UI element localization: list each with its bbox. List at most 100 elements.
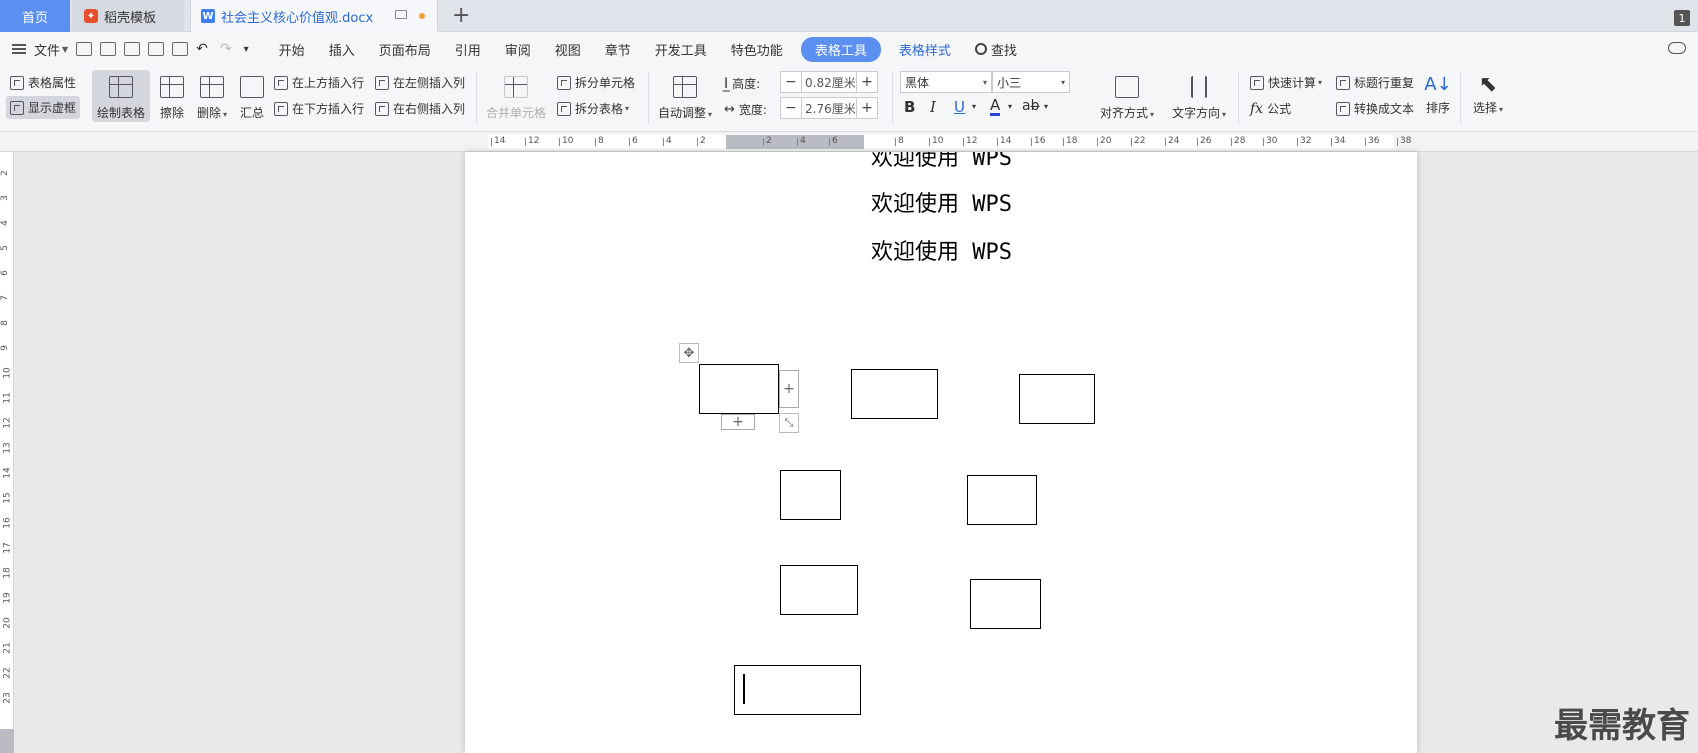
align-button[interactable]: 对齐方式 ▾ <box>1096 70 1158 122</box>
menu-section[interactable]: 章节 <box>605 40 631 59</box>
menu-insert[interactable]: 插入 <box>329 40 355 59</box>
width-input[interactable]: 2.76厘米 <box>801 98 857 118</box>
window-count-badge[interactable]: 1 <box>1674 10 1690 26</box>
font-color-button[interactable]: A <box>990 98 1001 116</box>
insert-row-below-button[interactable]: 在下方插入行 <box>274 100 364 117</box>
text-direction-button[interactable]: 文字方向 ▾ <box>1168 70 1230 122</box>
add-column-plus-icon[interactable]: + <box>779 370 799 408</box>
height-increase-button[interactable]: + <box>857 72 877 92</box>
width-increase-button[interactable]: + <box>857 98 877 118</box>
merge-cells-button[interactable]: 合并单元格 <box>484 70 548 122</box>
menu-table-style[interactable]: 表格样式 <box>899 40 951 59</box>
width-decrease-button[interactable]: − <box>781 98 801 118</box>
print-icon[interactable] <box>148 42 165 56</box>
font-name-select[interactable]: 黑体 ▾ <box>900 71 992 93</box>
ribbon-separator <box>476 72 477 124</box>
format-painter-icon[interactable] <box>124 42 141 56</box>
insert-col-left-button[interactable]: 在左侧插入列 <box>375 74 465 91</box>
menu-view[interactable]: 视图 <box>555 40 581 59</box>
text-cursor <box>743 674 745 704</box>
summary-button[interactable]: 汇总 <box>236 70 268 122</box>
monitor-icon[interactable] <box>395 10 407 19</box>
ruler-tick: 8 <box>895 136 904 146</box>
menu-review[interactable]: 审阅 <box>505 40 531 59</box>
print-preview-icon[interactable] <box>172 42 189 56</box>
select-button[interactable]: ⬉ 选择 ▾ <box>1466 70 1510 122</box>
table-cell[interactable] <box>967 475 1037 525</box>
formula-button[interactable]: fx 公式 <box>1250 100 1291 117</box>
new-tab-plus-icon[interactable]: + <box>452 3 470 28</box>
tab-template[interactable]: ✦ 稻壳模板 <box>72 0 184 32</box>
table-cell-active[interactable] <box>734 665 861 715</box>
insert-col-right-button[interactable]: 在右侧插入列 <box>375 100 465 117</box>
height-decrease-button[interactable]: − <box>781 72 801 92</box>
convert-to-text-button[interactable]: 转换成文本 <box>1336 100 1414 117</box>
strikethrough-dropdown-icon[interactable]: ▾ <box>1044 102 1048 111</box>
ruler-tick: 4 <box>0 220 10 226</box>
cloud-sync-icon[interactable] <box>1668 42 1686 54</box>
vertical-ruler[interactable]: 2 3 4 5 6 7 8 9 10 11 12 13 14 15 16 17 … <box>0 152 14 753</box>
width-stepper[interactable]: − 2.76厘米 + <box>780 97 878 119</box>
ruler-tick: 11 <box>2 392 13 404</box>
split-cells-button[interactable]: 拆分单元格 <box>557 74 635 91</box>
horizontal-ruler[interactable]: 14 12 10 8 6 4 2 2 4 6 8 10 12 14 16 18 … <box>0 132 1698 152</box>
document-line[interactable]: 欢迎使用 WPS <box>871 152 1012 172</box>
erase-button[interactable]: 擦除 <box>154 70 190 122</box>
font-color-dropdown-icon[interactable]: ▾ <box>1008 102 1012 111</box>
menu-start[interactable]: 开始 <box>279 40 305 59</box>
show-grid-button[interactable]: 显示虚框 <box>6 96 81 119</box>
file-menu-button[interactable]: 文件 ▼ <box>12 40 68 59</box>
ruler-tick: 2 <box>0 170 10 176</box>
watermark-logo: 最需教育 <box>1554 706 1690 746</box>
tab-home[interactable]: 首页 <box>0 0 70 32</box>
undo-icon[interactable]: ↶ <box>196 41 208 57</box>
table-cell[interactable] <box>1019 374 1095 424</box>
quick-calc-button[interactable]: 快速计算 ▾ <box>1250 74 1322 91</box>
quick-access-more-icon[interactable]: ▾ <box>244 44 249 55</box>
menu-table-tools[interactable]: 表格工具 <box>800 36 881 62</box>
height-input[interactable]: 0.82厘米 <box>801 72 857 92</box>
insert-row-above-button[interactable]: 在上方插入行 <box>274 74 364 91</box>
save-icon[interactable] <box>100 42 117 56</box>
repeat-header-icon <box>1336 75 1350 90</box>
document-line[interactable]: 欢迎使用 WPS <box>871 234 1012 266</box>
add-row-plus-icon[interactable]: + <box>721 414 755 430</box>
height-label: I̲ 高度: <box>724 75 761 92</box>
table-properties-button[interactable]: 表格属性 <box>10 74 76 91</box>
document-line[interactable]: 欢迎使用 WPS <box>871 186 1012 218</box>
table-move-handle-icon[interactable]: ✥ <box>679 343 699 363</box>
repeat-header-button[interactable]: 标题行重复 <box>1336 74 1414 91</box>
ruler-tick: 6 <box>829 136 838 146</box>
table-cell[interactable] <box>699 364 779 414</box>
redo-icon[interactable]: ↷ <box>220 41 232 57</box>
delete-button[interactable]: 删除 ▾ <box>192 70 232 122</box>
table-resize-handle-icon[interactable]: ⤡ <box>779 413 799 433</box>
auto-fit-button[interactable]: 自动调整 ▾ <box>654 70 716 122</box>
underline-button[interactable]: U <box>954 98 965 116</box>
split-table-button[interactable]: 拆分表格 ▾ <box>557 100 629 117</box>
menu-references[interactable]: 引用 <box>455 40 481 59</box>
table-cell[interactable] <box>780 470 841 520</box>
table-cell[interactable] <box>970 579 1041 629</box>
strikethrough-abc-icon[interactable]: ab̶ <box>1022 98 1039 114</box>
table-cell[interactable] <box>780 565 858 615</box>
draw-table-button[interactable]: 绘制表格 <box>92 70 150 122</box>
sort-button[interactable]: A↓ 排序 <box>1422 70 1454 122</box>
cursor-arrow-icon: ⬉ <box>1478 72 1498 97</box>
table-cell[interactable] <box>851 369 938 419</box>
bold-button[interactable]: B <box>904 98 915 116</box>
ruler-tick: 14 <box>2 467 13 479</box>
document-page[interactable]: 欢迎使用 WPS 欢迎使用 WPS 欢迎使用 WPS ✥ + + ⤡ <box>465 152 1417 753</box>
split-table-icon <box>557 101 571 116</box>
height-stepper[interactable]: − 0.82厘米 + <box>780 71 878 93</box>
open-folder-icon[interactable] <box>76 42 93 56</box>
ruler-tick: 10 <box>2 367 13 379</box>
menu-developer[interactable]: 开发工具 <box>655 40 707 59</box>
font-size-select[interactable]: 小三 ▾ <box>992 71 1070 93</box>
underline-dropdown-icon[interactable]: ▾ <box>972 102 976 111</box>
tab-document[interactable]: W 社会主义核心价值观.docx <box>190 0 438 32</box>
menu-features[interactable]: 特色功能 <box>731 40 783 59</box>
italic-button[interactable]: I <box>930 98 936 116</box>
menu-page-layout[interactable]: 页面布局 <box>379 40 431 59</box>
search-button[interactable]: 查找 <box>974 40 1017 59</box>
